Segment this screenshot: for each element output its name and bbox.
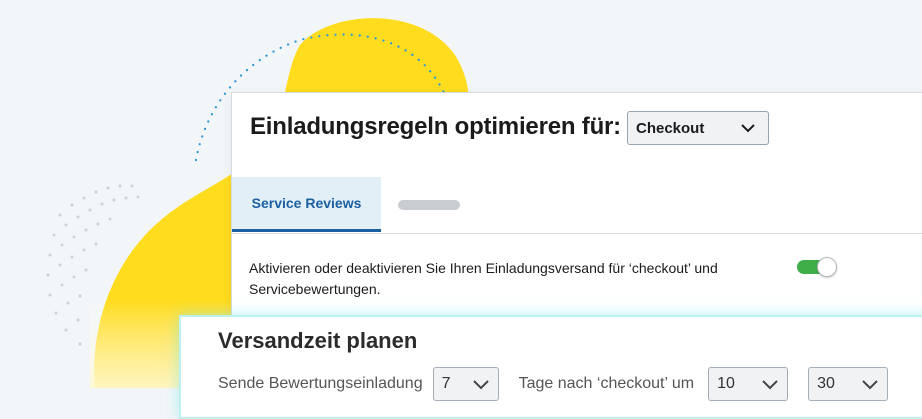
schedule-middle: Tage nach ‘checkout’ um [518, 375, 695, 392]
page-title: Einladungsregeln optimieren für: [250, 113, 621, 140]
hour-select[interactable]: 10 [708, 367, 789, 401]
tab-service-reviews-label: Service Reviews [251, 195, 362, 211]
chevron-down-icon [472, 380, 489, 390]
tab-service-reviews[interactable]: Service Reviews [232, 177, 381, 232]
trigger-select-value: Checkout [636, 119, 705, 137]
days-select-value: 7 [441, 375, 451, 392]
chevron-down-icon [762, 380, 778, 390]
card-header: Einladungsregeln optimieren für: [250, 113, 621, 141]
schedule-card: Versandzeit planen Sende Bewertungseinla… [179, 315, 922, 419]
schedule-title: Versandzeit planen [218, 328, 418, 353]
schedule-prefix: Sende Bewertungseinladung [218, 375, 423, 392]
days-select[interactable]: 7 [432, 367, 499, 401]
setting-description: Aktivieren oder deaktivieren Sie Ihren E… [249, 260, 718, 297]
toggle-knob [817, 257, 837, 277]
minute-select-value: 30 [817, 375, 835, 392]
schedule-row: Sende Bewertungseinladung 7 Tage nach ‘c… [218, 367, 898, 401]
tab-bar: Service Reviews [232, 177, 922, 234]
trigger-select[interactable]: Checkout [627, 111, 769, 145]
chevron-down-icon [862, 380, 878, 390]
minute-select[interactable]: 30 [808, 367, 889, 401]
chevron-down-icon [741, 124, 755, 133]
invitation-toggle[interactable] [797, 257, 839, 277]
hour-select-value: 10 [717, 375, 735, 392]
tab-placeholder[interactable] [398, 200, 460, 210]
